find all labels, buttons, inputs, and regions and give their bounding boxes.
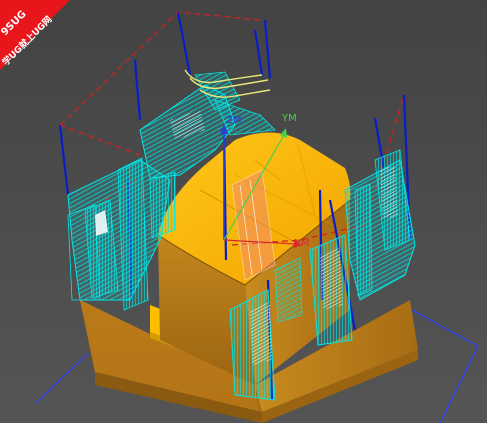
site-watermark: 9SUG 学UG就上UG网 bbox=[0, 0, 70, 70]
toolpath-cut-left[interactable] bbox=[67, 157, 176, 311]
ym-axis-label: YM bbox=[281, 113, 297, 124]
graphics-window[interactable]: YM ZM XM 9SUG 学UG就上UG网 bbox=[0, 0, 487, 423]
toolpath-cut-right[interactable] bbox=[344, 149, 416, 301]
zm-axis-label: ZM bbox=[226, 115, 241, 126]
xm-axis-label: XM bbox=[294, 238, 309, 249]
3d-scene[interactable]: YM ZM XM 9SUG 学UG就上UG网 bbox=[0, 0, 487, 423]
